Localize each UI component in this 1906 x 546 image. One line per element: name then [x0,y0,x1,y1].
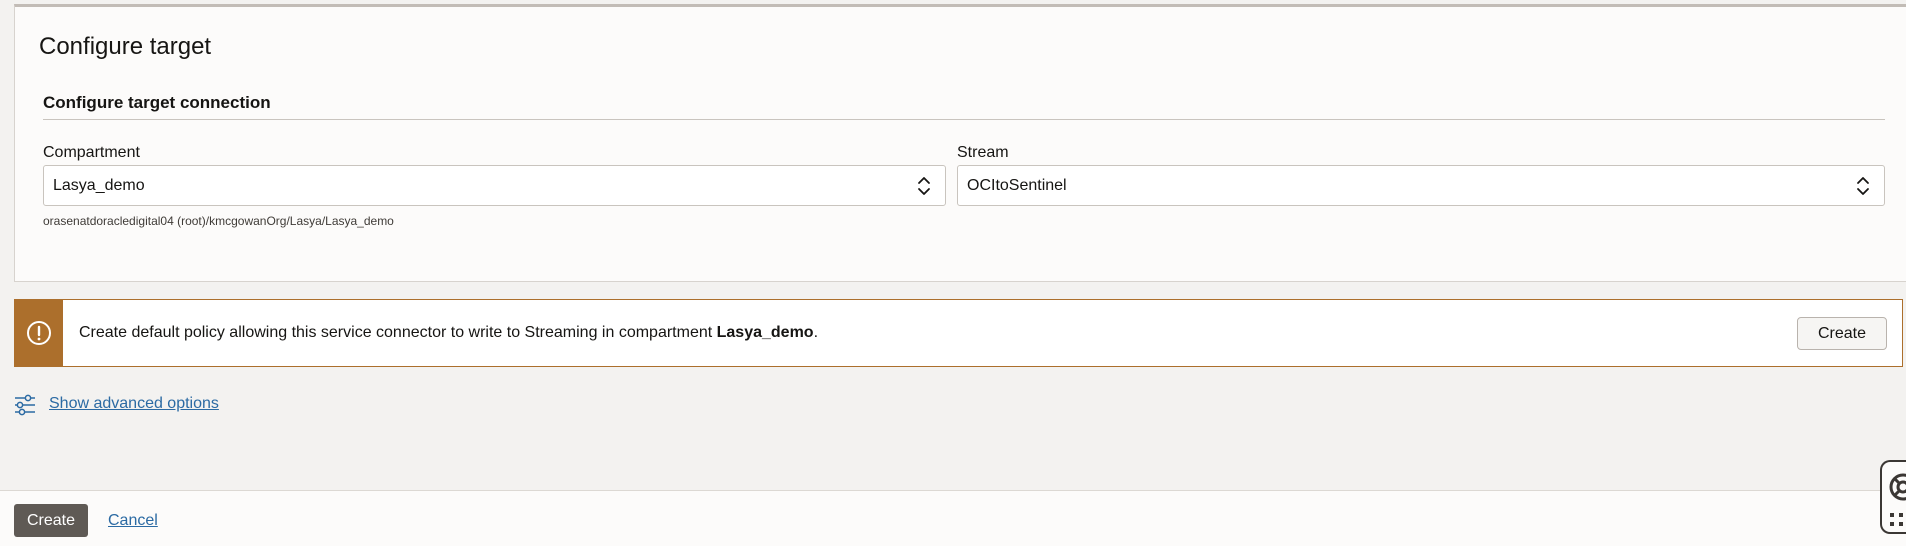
stream-select-value: OCItoSentinel [967,177,1067,194]
help-widget[interactable] [1880,460,1906,534]
chevron-up-down-icon [1857,177,1869,195]
notice-message: Create default policy allowing this serv… [79,324,819,341]
drag-grip-icon [1890,513,1903,526]
sliders-icon[interactable] [14,394,36,416]
cancel-link[interactable]: Cancel [108,512,158,530]
create-policy-button[interactable]: Create [1797,317,1887,350]
section-divider [43,119,1885,120]
compartment-path-hint: orasenatdoracledigital04 (root)/kmcgowan… [43,214,394,228]
compartment-select[interactable]: Lasya_demo [43,165,946,206]
page: Configure target Configure target connec… [0,0,1906,546]
warning-circle-icon [27,321,51,345]
lifebuoy-icon [1889,473,1906,501]
chevron-up-down-icon [918,177,930,195]
panel-title: Configure target [39,33,212,60]
footer-bar: Create Cancel [0,490,1906,546]
configure-target-panel: Configure target Configure target connec… [14,4,1906,282]
show-advanced-options-link[interactable]: Show advanced options [49,395,219,413]
notice-compartment-name: Lasya_demo [716,324,814,341]
compartment-label: Compartment [43,144,140,161]
notice-accent-strip [15,300,63,366]
create-button[interactable]: Create [14,504,88,537]
compartment-select-value: Lasya_demo [53,177,145,194]
stream-select[interactable]: OCItoSentinel [957,165,1885,206]
policy-notice: Create default policy allowing this serv… [14,299,1903,367]
stream-label: Stream [957,144,1009,161]
section-title: Configure target connection [43,93,271,112]
